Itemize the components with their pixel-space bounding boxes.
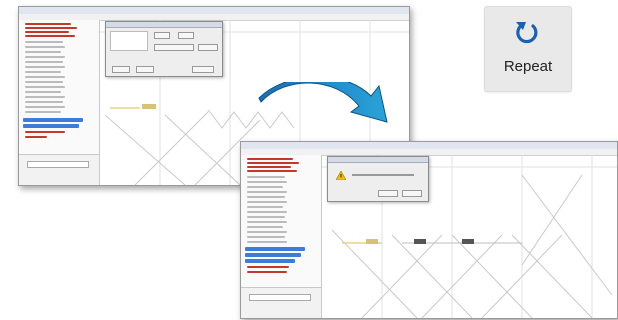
tree-item[interactable] xyxy=(25,41,63,43)
repeat-label: Repeat xyxy=(503,58,553,75)
tree-item[interactable] xyxy=(247,191,287,193)
tree-item[interactable] xyxy=(247,170,297,172)
tree-item[interactable] xyxy=(247,226,283,228)
tree-item[interactable] xyxy=(247,271,287,273)
tree-item[interactable] xyxy=(247,231,287,233)
tree-item[interactable] xyxy=(25,71,61,73)
tree-item[interactable] xyxy=(25,86,65,88)
dialog-option[interactable] xyxy=(198,44,218,51)
tree-item[interactable] xyxy=(25,111,61,113)
dialog-titlebar xyxy=(328,157,428,163)
properties-panel xyxy=(19,154,99,185)
properties-panel xyxy=(241,287,321,318)
dialog-option[interactable] xyxy=(154,32,170,39)
tree-item[interactable] xyxy=(247,221,287,223)
tree-item[interactable] xyxy=(25,61,63,63)
tree-item[interactable] xyxy=(25,27,77,29)
ok-button[interactable] xyxy=(378,190,398,197)
tree-item[interactable] xyxy=(25,136,47,138)
tree-item[interactable] xyxy=(25,66,65,68)
after-screenshot xyxy=(240,141,618,319)
tree-item-selected[interactable] xyxy=(23,124,79,128)
tree-item[interactable] xyxy=(247,201,287,203)
tree-item[interactable] xyxy=(25,56,65,58)
repeat-button[interactable]: Repeat xyxy=(484,6,572,92)
tree-item[interactable] xyxy=(247,162,299,164)
tree-item[interactable] xyxy=(247,236,285,238)
dialog-field[interactable] xyxy=(110,31,148,51)
label-marker xyxy=(142,104,156,109)
tree-item[interactable] xyxy=(25,51,61,53)
tree-item-selected[interactable] xyxy=(245,253,301,257)
dialog-titlebar xyxy=(106,22,222,28)
tree-item[interactable] xyxy=(247,206,283,208)
tree-item[interactable] xyxy=(247,166,291,168)
tree-item[interactable] xyxy=(247,266,289,268)
cancel-button[interactable] xyxy=(402,190,422,197)
tree-item[interactable] xyxy=(25,31,69,33)
dialog-button[interactable] xyxy=(192,66,214,73)
message-dialog xyxy=(327,156,429,202)
tree-item[interactable] xyxy=(247,216,285,218)
tree-item[interactable] xyxy=(25,35,75,37)
label-marker xyxy=(414,239,426,244)
repeat-icon xyxy=(516,22,538,44)
properties-field[interactable] xyxy=(27,161,89,168)
tree-item-selected[interactable] xyxy=(23,118,83,122)
tree-panel xyxy=(241,155,322,318)
tree-item[interactable] xyxy=(25,131,65,133)
tree-item[interactable] xyxy=(25,23,71,25)
label-marker xyxy=(366,239,378,244)
properties-field[interactable] xyxy=(249,294,311,301)
settings-dialog xyxy=(105,21,223,77)
tree-item[interactable] xyxy=(25,106,65,108)
tree-item[interactable] xyxy=(247,211,287,213)
tree-item-selected[interactable] xyxy=(245,259,295,263)
dialog-option[interactable] xyxy=(178,32,194,39)
tree-item[interactable] xyxy=(247,181,287,183)
tree-item[interactable] xyxy=(25,46,65,48)
tree-item[interactable] xyxy=(247,176,285,178)
tree-item-selected[interactable] xyxy=(245,247,305,251)
tree-item[interactable] xyxy=(25,91,61,93)
tree-item[interactable] xyxy=(247,196,285,198)
tree-item[interactable] xyxy=(247,186,283,188)
warning-icon xyxy=(336,171,346,180)
tree-item[interactable] xyxy=(247,241,287,243)
dialog-button[interactable] xyxy=(136,66,154,73)
dialog-message xyxy=(352,174,414,176)
tree-item[interactable] xyxy=(25,101,63,103)
dialog-option[interactable] xyxy=(154,44,194,51)
tree-item[interactable] xyxy=(25,76,65,78)
tree-item[interactable] xyxy=(25,96,65,98)
dialog-button[interactable] xyxy=(112,66,130,73)
tree-panel xyxy=(19,20,100,185)
tree-item[interactable] xyxy=(25,81,63,83)
tree-item[interactable] xyxy=(247,158,293,160)
label-marker xyxy=(462,239,474,244)
